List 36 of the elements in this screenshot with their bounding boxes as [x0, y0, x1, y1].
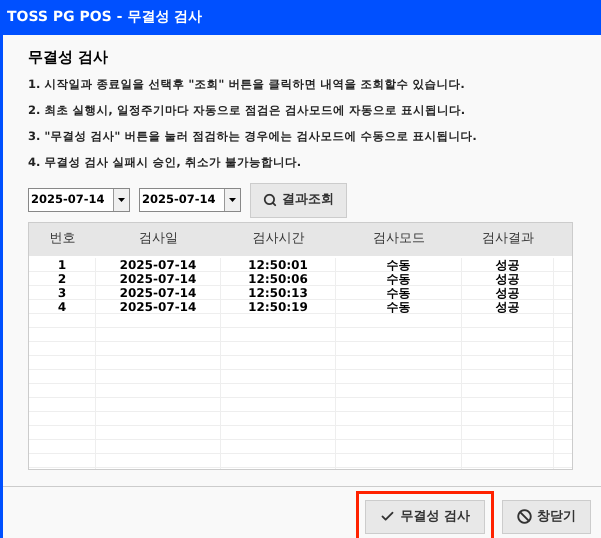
column-header: 검사일	[138, 230, 179, 248]
search-button[interactable]: 결과조회	[250, 182, 347, 218]
table-cell: 2	[29, 272, 96, 284]
table-cell: 2025-07-14	[96, 300, 221, 312]
section-heading: 무결성 검사	[28, 47, 110, 68]
column-header: 검사시간	[252, 230, 306, 248]
table-cell: 성공	[462, 300, 554, 312]
table-cell: 12:50:01	[221, 258, 336, 270]
table-cell: 수동	[336, 272, 462, 284]
table-cell: 12:50:19	[221, 300, 336, 312]
table-cell: 성공	[462, 258, 554, 270]
integrity-check-button[interactable]: 무결성 검사	[365, 500, 485, 534]
table-cell: 3	[29, 286, 96, 298]
table-cell: 1	[29, 258, 96, 270]
column-header: 번호	[48, 230, 76, 248]
table-cell: 12:50:06	[221, 272, 336, 284]
table-cell: 12:50:13	[221, 286, 336, 298]
instruction-text: 1. 시작일과 종료일을 선택후 "조회" 버튼을 클릭하면 내역을 조회할수 있습니다.	[28, 76, 466, 92]
table-cell: 수동	[336, 258, 462, 270]
close-button[interactable]: 창닫기	[502, 500, 591, 534]
column-header: 검사결과	[481, 230, 535, 248]
table-cell: 성공	[462, 272, 554, 284]
instruction-text: 2. 최초 실행시, 일정주기마다 자동으로 점검은 검사모드에 자동으로 표시됩니다.	[28, 102, 466, 118]
date-field[interactable]: 2025-07-14	[28, 188, 130, 212]
column-header: 검사모드	[372, 230, 426, 248]
instruction-text: 4. 무결성 검사 실패시 승인, 취소가 불가능합니다.	[28, 154, 302, 170]
instruction-text: 3. "무결성 검사" 버튼을 눌러 점검하는 경우에는 검사모드에 수동으로 표시됩니다.	[28, 128, 478, 144]
table-cell: 수동	[336, 286, 462, 298]
window-title: TOSS PG POS - 무결성 검사	[7, 8, 202, 27]
table-cell: 2025-07-14	[96, 258, 221, 270]
date-field[interactable]: 2025-07-14	[139, 188, 241, 212]
table-cell: 2025-07-14	[96, 286, 221, 298]
table-cell: 성공	[462, 286, 554, 298]
table-cell: 4	[29, 300, 96, 312]
table-cell: 2025-07-14	[96, 272, 221, 284]
table-cell: 수동	[336, 300, 462, 312]
